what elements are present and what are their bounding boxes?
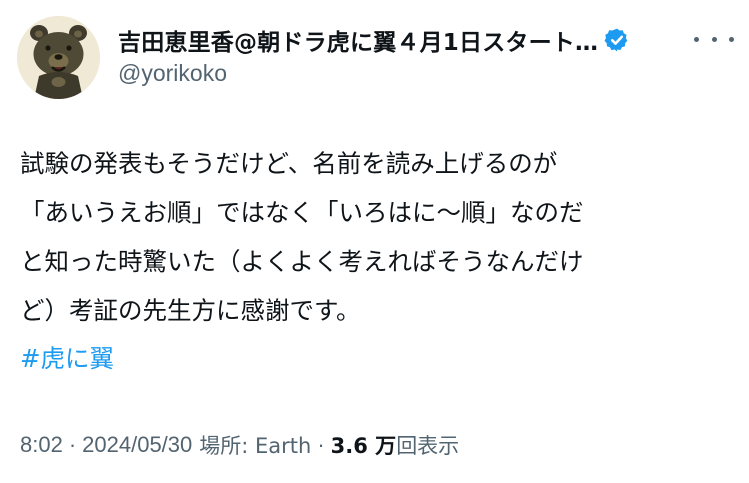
tweet: 吉田恵里香@朝ドラ虎に翼４月1日スタート… @yorikoko 試験の発表もそう… — [0, 0, 749, 483]
post-date[interactable]: 2024/05/30 — [82, 432, 192, 458]
tweet-text: 試験の発表もそうだけど、名前を読み上げるのが 「あいうえお順」ではなく「いろはに… — [20, 139, 740, 335]
more-horizontal-icon[interactable] — [694, 28, 734, 50]
more-dot — [694, 36, 699, 42]
meta-separator: · — [317, 432, 325, 457]
location: 場所: Earth — [199, 434, 312, 458]
tweet-meta: 8:02 · 2024/05/30 場所: Earth · 3.6 万 回表示 — [20, 428, 459, 462]
tweet-text-line: ど）考証の先生方に感謝です。 — [20, 296, 361, 325]
tweet-text-line: 試験の発表もそうだけど、名前を読み上げるのが — [20, 149, 558, 178]
avatar-image — [17, 16, 100, 99]
views-count: 3.6 万 — [330, 434, 397, 458]
display-name[interactable]: 吉田恵里香@朝ドラ虎に翼４月1日スタート… — [118, 23, 598, 57]
avatar[interactable] — [17, 16, 100, 99]
views-label: 回表示 — [396, 434, 460, 458]
hashtag-link[interactable]: #虎に翼 — [20, 334, 114, 383]
tweet-text-line: 「あいうえお順」ではなく「いろはに〜順」なのだ — [20, 198, 584, 227]
meta-separator: · — [68, 432, 77, 457]
post-time[interactable]: 8:02 — [20, 432, 63, 458]
author-row: 吉田恵里香@朝ドラ虎に翼４月1日スタート… — [118, 22, 688, 58]
more-dot — [729, 36, 734, 42]
handle[interactable]: @yorikoko — [118, 60, 227, 87]
verified-badge-icon[interactable] — [604, 27, 630, 53]
tweet-text-line: と知った時驚いた（よくよく考えればそうなんだけ — [20, 247, 584, 276]
more-dot — [711, 36, 717, 42]
